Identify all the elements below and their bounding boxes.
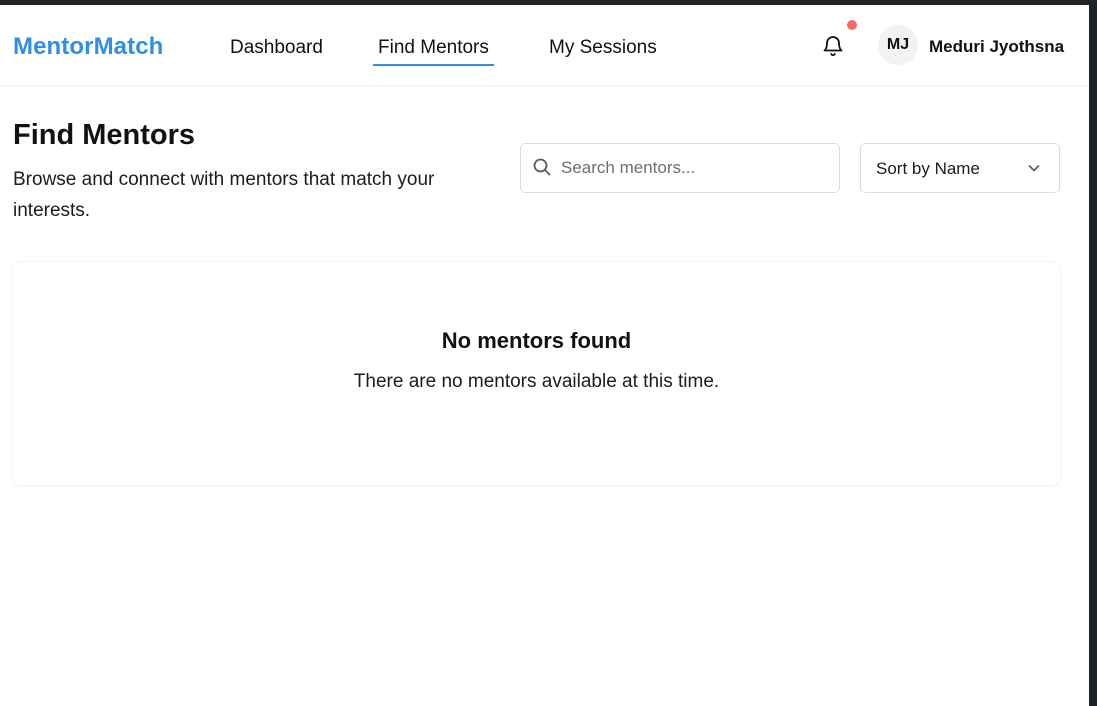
empty-state-card: No mentors found There are no mentors av… [13,262,1060,485]
bell-icon[interactable] [821,34,845,58]
nav-dashboard[interactable]: Dashboard [230,37,323,59]
app-window: MentorMatch Dashboard Find Mentors My Se… [0,5,1089,706]
sort-dropdown[interactable]: Sort by Name [860,143,1060,193]
nav-find-mentors[interactable]: Find Mentors [373,37,494,66]
top-navbar: MentorMatch Dashboard Find Mentors My Se… [0,5,1089,86]
search-icon [532,157,552,177]
nav-my-sessions[interactable]: My Sessions [549,37,657,59]
empty-state-title: No mentors found [441,328,632,353]
avatar[interactable]: MJ [878,25,918,65]
page-title: Find Mentors [13,119,196,151]
sort-selected-value: Sort by Name [876,159,980,178]
search-box[interactable] [520,143,840,193]
user-name[interactable]: Meduri Jyothsna [929,37,1064,57]
page-subtitle: Browse and connect with mentors that mat… [13,169,435,221]
empty-state-message: There are no mentors available at this t… [353,371,720,392]
search-input[interactable] [561,145,831,191]
brand-logo[interactable]: MentorMatch [13,33,163,61]
chevron-down-icon [1027,161,1041,175]
notification-dot [847,20,857,30]
